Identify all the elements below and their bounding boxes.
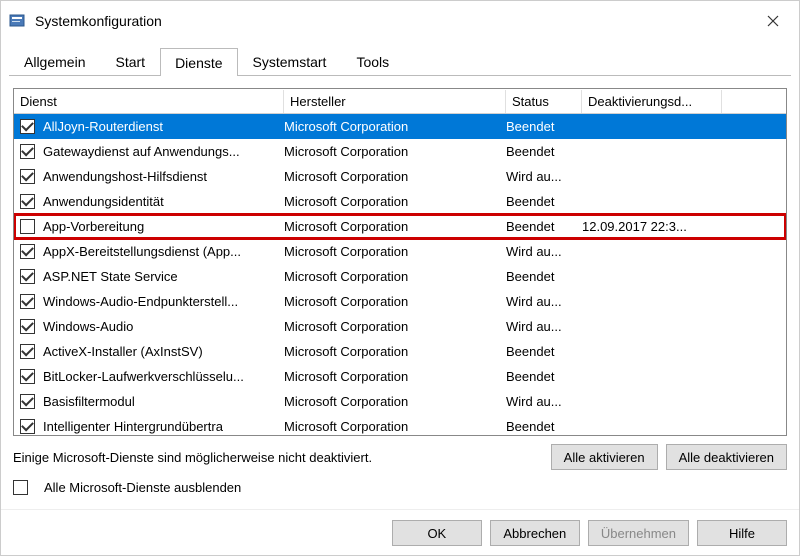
table-row[interactable]: AnwendungsidentitätMicrosoft Corporation… xyxy=(14,189,786,214)
cell-hersteller: Microsoft Corporation xyxy=(284,294,506,309)
table-row[interactable]: ASP.NET State ServiceMicrosoft Corporati… xyxy=(14,264,786,289)
cell-status: Beendet xyxy=(506,219,582,234)
tab-start[interactable]: Start xyxy=(100,47,160,75)
table-row[interactable]: Windows-Audio-Endpunkterstell...Microsof… xyxy=(14,289,786,314)
cell-hersteller: Microsoft Corporation xyxy=(284,169,506,184)
table-row[interactable]: AllJoyn-RouterdienstMicrosoft Corporatio… xyxy=(14,114,786,139)
cell-status: Wird au... xyxy=(506,394,582,409)
btn-group: Alle aktivieren Alle deaktivieren xyxy=(551,444,787,470)
hide-ms-checkbox[interactable] xyxy=(13,480,28,495)
table-row[interactable]: Intelligenter HintergrundübertraMicrosof… xyxy=(14,414,786,435)
tab-tools[interactable]: Tools xyxy=(341,47,404,75)
apply-button[interactable]: Übernehmen xyxy=(588,520,689,546)
cell-dienst: App-Vorbereitung xyxy=(43,219,284,234)
help-button[interactable]: Hilfe xyxy=(697,520,787,546)
header-status[interactable]: Status xyxy=(506,90,582,113)
table-row[interactable]: Gatewaydienst auf Anwendungs...Microsoft… xyxy=(14,139,786,164)
row-checkbox[interactable] xyxy=(20,244,35,259)
table-row[interactable]: BitLocker-Laufwerkverschlüsselu...Micros… xyxy=(14,364,786,389)
cell-status: Beendet xyxy=(506,144,582,159)
row-checkbox[interactable] xyxy=(20,219,35,234)
titlebar-left: Systemkonfiguration xyxy=(9,12,162,30)
cell-hersteller: Microsoft Corporation xyxy=(284,419,506,434)
header-datum[interactable]: Deaktivierungsd... xyxy=(582,90,722,113)
cell-status: Wird au... xyxy=(506,169,582,184)
row-checkbox[interactable] xyxy=(20,119,35,134)
table-row[interactable]: ActiveX-Installer (AxInstSV)Microsoft Co… xyxy=(14,339,786,364)
cell-dienst: ASP.NET State Service xyxy=(43,269,284,284)
tab-content: Dienst Hersteller Status Deaktivierungsd… xyxy=(1,76,799,503)
hide-ms-label: Alle Microsoft-Dienste ausblenden xyxy=(44,480,241,495)
cell-hersteller: Microsoft Corporation xyxy=(284,369,506,384)
cell-dienst: BitLocker-Laufwerkverschlüsselu... xyxy=(43,369,284,384)
cell-status: Beendet xyxy=(506,369,582,384)
cell-hersteller: Microsoft Corporation xyxy=(284,394,506,409)
table-row[interactable]: AppX-Bereitstellungsdienst (App...Micros… xyxy=(14,239,786,264)
ok-button[interactable]: OK xyxy=(392,520,482,546)
cell-status: Wird au... xyxy=(506,294,582,309)
cell-dienst: Anwendungshost-Hilfsdienst xyxy=(43,169,284,184)
cell-status: Beendet xyxy=(506,419,582,434)
close-button[interactable] xyxy=(755,7,791,35)
cancel-button[interactable]: Abbrechen xyxy=(490,520,580,546)
cell-hersteller: Microsoft Corporation xyxy=(284,269,506,284)
list-header: Dienst Hersteller Status Deaktivierungsd… xyxy=(14,89,786,114)
tab-dienste[interactable]: Dienste xyxy=(160,48,237,76)
cell-hersteller: Microsoft Corporation xyxy=(284,194,506,209)
cell-dienst: Gatewaydienst auf Anwendungs... xyxy=(43,144,284,159)
note-text: Einige Microsoft-Dienste sind möglicherw… xyxy=(13,450,372,465)
cell-dienst: ActiveX-Installer (AxInstSV) xyxy=(43,344,284,359)
cell-status: Beendet xyxy=(506,269,582,284)
table-row[interactable]: Windows-AudioMicrosoft CorporationWird a… xyxy=(14,314,786,339)
cell-status: Beendet xyxy=(506,119,582,134)
header-hersteller[interactable]: Hersteller xyxy=(284,90,506,113)
footer-buttons: OK Abbrechen Übernehmen Hilfe xyxy=(1,509,799,556)
bottom-row: Einige Microsoft-Dienste sind möglicherw… xyxy=(13,444,787,470)
cell-dienst: Intelligenter Hintergrundübertra xyxy=(43,419,284,434)
services-list: Dienst Hersteller Status Deaktivierungsd… xyxy=(13,88,787,436)
tab-systemstart[interactable]: Systemstart xyxy=(238,47,342,75)
row-checkbox[interactable] xyxy=(20,144,35,159)
deactivate-all-button[interactable]: Alle deaktivieren xyxy=(666,444,787,470)
activate-all-button[interactable]: Alle aktivieren xyxy=(551,444,658,470)
row-checkbox[interactable] xyxy=(20,394,35,409)
row-checkbox[interactable] xyxy=(20,294,35,309)
window-title: Systemkonfiguration xyxy=(35,13,162,29)
table-row[interactable]: BasisfiltermodulMicrosoft CorporationWir… xyxy=(14,389,786,414)
row-checkbox[interactable] xyxy=(20,419,35,434)
cell-status: Beendet xyxy=(506,194,582,209)
cell-hersteller: Microsoft Corporation xyxy=(284,319,506,334)
hide-ms-row: Alle Microsoft-Dienste ausblenden xyxy=(13,480,787,495)
cell-status: Wird au... xyxy=(506,244,582,259)
row-checkbox[interactable] xyxy=(20,194,35,209)
cell-dienst: Basisfiltermodul xyxy=(43,394,284,409)
cell-hersteller: Microsoft Corporation xyxy=(284,344,506,359)
cell-hersteller: Microsoft Corporation xyxy=(284,119,506,134)
table-row[interactable]: Anwendungshost-HilfsdienstMicrosoft Corp… xyxy=(14,164,786,189)
cell-hersteller: Microsoft Corporation xyxy=(284,219,506,234)
row-checkbox[interactable] xyxy=(20,269,35,284)
cell-dienst: Windows-Audio xyxy=(43,319,284,334)
row-checkbox[interactable] xyxy=(20,344,35,359)
cell-status: Wird au... xyxy=(506,319,582,334)
row-checkbox[interactable] xyxy=(20,369,35,384)
tabs: AllgemeinStartDiensteSystemstartTools xyxy=(9,47,791,76)
cell-hersteller: Microsoft Corporation xyxy=(284,244,506,259)
cell-datum: 12.09.2017 22:3... xyxy=(582,219,786,234)
row-checkbox[interactable] xyxy=(20,169,35,184)
cell-dienst: Anwendungsidentität xyxy=(43,194,284,209)
cell-dienst: AppX-Bereitstellungsdienst (App... xyxy=(43,244,284,259)
list-body[interactable]: AllJoyn-RouterdienstMicrosoft Corporatio… xyxy=(14,114,786,435)
window-icon xyxy=(9,12,27,30)
cell-hersteller: Microsoft Corporation xyxy=(284,144,506,159)
titlebar: Systemkonfiguration xyxy=(1,1,799,39)
cell-dienst: AllJoyn-Routerdienst xyxy=(43,119,284,134)
header-dienst[interactable]: Dienst xyxy=(14,90,284,113)
cell-status: Beendet xyxy=(506,344,582,359)
cell-dienst: Windows-Audio-Endpunkterstell... xyxy=(43,294,284,309)
row-checkbox[interactable] xyxy=(20,319,35,334)
table-row[interactable]: App-VorbereitungMicrosoft CorporationBee… xyxy=(14,214,786,239)
tab-allgemein[interactable]: Allgemein xyxy=(9,47,100,75)
